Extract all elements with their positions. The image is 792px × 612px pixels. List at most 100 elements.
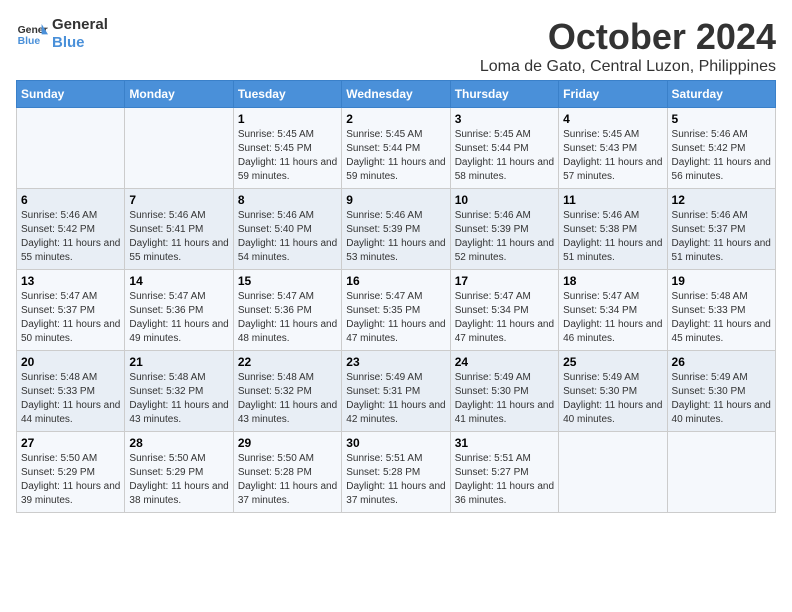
cell-info: Sunrise: 5:48 AMSunset: 5:32 PMDaylight:… (129, 371, 228, 427)
title-area: October 2024 Loma de Gato, Central Luzon… (480, 16, 776, 76)
day-number: 2 (346, 112, 445, 126)
day-number: 19 (672, 274, 771, 288)
calendar-cell: 23 Sunrise: 5:49 AMSunset: 5:31 PMDayligh… (342, 351, 450, 432)
cell-info: Sunrise: 5:47 AMSunset: 5:34 PMDaylight:… (455, 290, 554, 346)
cell-info: Sunrise: 5:48 AMSunset: 5:33 PMDaylight:… (672, 290, 771, 346)
day-number: 23 (346, 355, 445, 369)
header-cell-sunday: Sunday (17, 81, 125, 108)
cell-info: Sunrise: 5:46 AMSunset: 5:39 PMDaylight:… (455, 209, 554, 265)
day-number: 21 (129, 355, 228, 369)
calendar-cell: 9 Sunrise: 5:46 AMSunset: 5:39 PMDaylight… (342, 189, 450, 270)
day-number: 30 (346, 436, 445, 450)
cell-info: Sunrise: 5:47 AMSunset: 5:36 PMDaylight:… (238, 290, 337, 346)
day-number: 24 (455, 355, 554, 369)
calendar-row: 6 Sunrise: 5:46 AMSunset: 5:42 PMDaylight… (17, 189, 776, 270)
calendar-row: 20 Sunrise: 5:48 AMSunset: 5:33 PMDayligh… (17, 351, 776, 432)
calendar-cell: 16Sunrise: 5:47 AMSunset: 5:35 PMDayligh… (342, 270, 450, 351)
calendar-cell: 12 Sunrise: 5:46 AMSunset: 5:37 PMDayligh… (667, 189, 775, 270)
calendar-row: 13 Sunrise: 5:47 AMSunset: 5:37 PMDayligh… (17, 270, 776, 351)
day-number: 14 (129, 274, 228, 288)
calendar-row: 27 Sunrise: 5:50 AMSunset: 5:29 PMDayligh… (17, 432, 776, 513)
cell-info: Sunrise: 5:47 AMSunset: 5:34 PMDaylight:… (563, 290, 662, 346)
day-number: 18 (563, 274, 662, 288)
day-number: 27 (21, 436, 120, 450)
cell-info: Sunrise: 5:50 AMSunset: 5:29 PMDaylight:… (129, 452, 228, 508)
day-number: 7 (129, 193, 228, 207)
calendar-table: SundayMondayTuesdayWednesdayThursdayFrid… (16, 80, 776, 513)
calendar-row: 1Sunrise: 5:45 AMSunset: 5:45 PMDaylight… (17, 108, 776, 189)
calendar-cell (125, 108, 233, 189)
calendar-cell: 31Sunrise: 5:51 AMSunset: 5:27 PMDayligh… (450, 432, 558, 513)
cell-info: Sunrise: 5:49 AMSunset: 5:30 PMDaylight:… (563, 371, 662, 427)
calendar-cell: 11Sunrise: 5:46 AMSunset: 5:38 PMDayligh… (559, 189, 667, 270)
cell-info: Sunrise: 5:45 AMSunset: 5:45 PMDaylight:… (238, 128, 337, 184)
calendar-cell: 20 Sunrise: 5:48 AMSunset: 5:33 PMDayligh… (17, 351, 125, 432)
logo-icon: General Blue (16, 20, 48, 48)
calendar-cell: 7 Sunrise: 5:46 AMSunset: 5:41 PMDaylight… (125, 189, 233, 270)
calendar-cell: 21 Sunrise: 5:48 AMSunset: 5:32 PMDayligh… (125, 351, 233, 432)
calendar-cell (667, 432, 775, 513)
day-number: 6 (21, 193, 120, 207)
cell-info: Sunrise: 5:49 AMSunset: 5:30 PMDaylight:… (455, 371, 554, 427)
header-cell-monday: Monday (125, 81, 233, 108)
calendar-cell: 6 Sunrise: 5:46 AMSunset: 5:42 PMDaylight… (17, 189, 125, 270)
cell-info: Sunrise: 5:45 AMSunset: 5:43 PMDaylight:… (563, 128, 662, 184)
header-cell-friday: Friday (559, 81, 667, 108)
cell-info: Sunrise: 5:45 AMSunset: 5:44 PMDaylight:… (455, 128, 554, 184)
day-number: 26 (672, 355, 771, 369)
cell-info: Sunrise: 5:46 AMSunset: 5:39 PMDaylight:… (346, 209, 445, 265)
cell-info: Sunrise: 5:47 AMSunset: 5:37 PMDaylight:… (21, 290, 120, 346)
cell-info: Sunrise: 5:49 AMSunset: 5:30 PMDaylight:… (672, 371, 771, 427)
calendar-cell (559, 432, 667, 513)
cell-info: Sunrise: 5:46 AMSunset: 5:37 PMDaylight:… (672, 209, 771, 265)
calendar-cell: 22Sunrise: 5:48 AMSunset: 5:32 PMDayligh… (233, 351, 341, 432)
calendar-cell: 17 Sunrise: 5:47 AMSunset: 5:34 PMDayligh… (450, 270, 558, 351)
header-row: SundayMondayTuesdayWednesdayThursdayFrid… (17, 81, 776, 108)
day-number: 8 (238, 193, 337, 207)
cell-info: Sunrise: 5:46 AMSunset: 5:42 PMDaylight:… (21, 209, 120, 265)
header-cell-saturday: Saturday (667, 81, 775, 108)
calendar-cell: 27 Sunrise: 5:50 AMSunset: 5:29 PMDayligh… (17, 432, 125, 513)
day-number: 25 (563, 355, 662, 369)
day-number: 28 (129, 436, 228, 450)
calendar-cell: 4Sunrise: 5:45 AMSunset: 5:43 PMDaylight… (559, 108, 667, 189)
calendar-cell: 24 Sunrise: 5:49 AMSunset: 5:30 PMDayligh… (450, 351, 558, 432)
logo-line1: General (52, 16, 108, 34)
calendar-cell: 30 Sunrise: 5:51 AMSunset: 5:28 PMDayligh… (342, 432, 450, 513)
calendar-cell: 19 Sunrise: 5:48 AMSunset: 5:33 PMDayligh… (667, 270, 775, 351)
subtitle: Loma de Gato, Central Luzon, Philippines (480, 58, 776, 76)
calendar-cell: 8 Sunrise: 5:46 AMSunset: 5:40 PMDaylight… (233, 189, 341, 270)
cell-info: Sunrise: 5:46 AMSunset: 5:42 PMDaylight:… (672, 128, 771, 184)
day-number: 15 (238, 274, 337, 288)
day-number: 17 (455, 274, 554, 288)
calendar-cell: 2 Sunrise: 5:45 AMSunset: 5:44 PMDaylight… (342, 108, 450, 189)
logo-line2: Blue (52, 34, 108, 52)
day-number: 13 (21, 274, 120, 288)
svg-text:Blue: Blue (18, 36, 41, 47)
day-number: 12 (672, 193, 771, 207)
cell-info: Sunrise: 5:45 AMSunset: 5:44 PMDaylight:… (346, 128, 445, 184)
day-number: 11 (563, 193, 662, 207)
cell-info: Sunrise: 5:51 AMSunset: 5:27 PMDaylight:… (455, 452, 554, 508)
day-number: 9 (346, 193, 445, 207)
calendar-cell: 26 Sunrise: 5:49 AMSunset: 5:30 PMDayligh… (667, 351, 775, 432)
cell-info: Sunrise: 5:48 AMSunset: 5:32 PMDaylight:… (238, 371, 337, 427)
cell-info: Sunrise: 5:50 AMSunset: 5:29 PMDaylight:… (21, 452, 120, 508)
cell-info: Sunrise: 5:49 AMSunset: 5:31 PMDaylight:… (346, 371, 445, 427)
cell-info: Sunrise: 5:51 AMSunset: 5:28 PMDaylight:… (346, 452, 445, 508)
cell-info: Sunrise: 5:48 AMSunset: 5:33 PMDaylight:… (21, 371, 120, 427)
cell-info: Sunrise: 5:47 AMSunset: 5:36 PMDaylight:… (129, 290, 228, 346)
page-header: General Blue General Blue October 2024 L… (16, 16, 776, 76)
calendar-cell (17, 108, 125, 189)
cell-info: Sunrise: 5:50 AMSunset: 5:28 PMDaylight:… (238, 452, 337, 508)
day-number: 20 (21, 355, 120, 369)
day-number: 3 (455, 112, 554, 126)
calendar-cell: 14 Sunrise: 5:47 AMSunset: 5:36 PMDayligh… (125, 270, 233, 351)
calendar-cell: 13 Sunrise: 5:47 AMSunset: 5:37 PMDayligh… (17, 270, 125, 351)
calendar-cell: 18 Sunrise: 5:47 AMSunset: 5:34 PMDayligh… (559, 270, 667, 351)
calendar-cell: 28 Sunrise: 5:50 AMSunset: 5:29 PMDayligh… (125, 432, 233, 513)
cell-info: Sunrise: 5:46 AMSunset: 5:40 PMDaylight:… (238, 209, 337, 265)
cell-info: Sunrise: 5:46 AMSunset: 5:41 PMDaylight:… (129, 209, 228, 265)
header-cell-tuesday: Tuesday (233, 81, 341, 108)
calendar-cell: 10Sunrise: 5:46 AMSunset: 5:39 PMDayligh… (450, 189, 558, 270)
